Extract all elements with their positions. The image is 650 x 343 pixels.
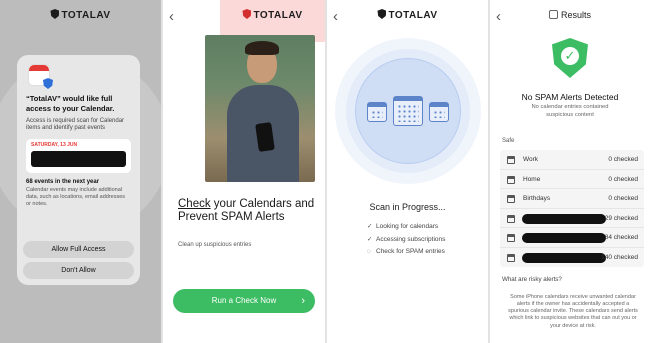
brand-name: TOTALAV [61,10,111,21]
brand-name: TOTALAV [253,10,303,21]
person-hair [245,41,279,55]
totalav-shield-icon [242,9,252,19]
intro-screen: ‹ TOTALAV Check your Calendars and Preve… [163,0,325,343]
risk-heading: What are risky alerts? [502,276,562,283]
results-subline: No calendar entries contained suspicious… [531,104,609,118]
safe-section-label: Safe [502,138,515,144]
redacted-event [31,151,126,168]
totalav-shield-icon [377,9,387,19]
scan-step: ◌ Check for SPAM entries [367,248,445,255]
calendar-icon [507,234,515,242]
calendar-icon [507,214,515,223]
calendar-row[interactable]: 84 checked [500,228,644,248]
dont-allow-button[interactable]: Don't Allow [23,262,134,279]
results-title: Results [560,10,591,20]
results-header: Results [490,10,650,20]
intro-headline: Check your Calendars and Prevent SPAM Al… [178,198,318,224]
checkmark-icon: ✓ [367,236,373,243]
calendar-icon [507,156,515,164]
checkmark-icon: ✓ [367,223,373,230]
calendar-permission-dialog: “TotalAV” would like full access to your… [17,55,140,285]
redacted-calendar-name [522,233,606,243]
calendar-icon [507,195,515,203]
scan-step: ✓ Looking for calendars [367,223,439,230]
calendar-icon [548,10,558,19]
brand-header: TOTALAV [220,9,325,21]
brand-name: TOTALAV [388,10,438,21]
calendar-row[interactable]: Birthdays 0 checked [500,189,644,209]
totalav-badge-icon [43,78,53,89]
dialog-body: Access is required scan for Calendar ite… [26,117,125,132]
checked-count: 84 checked [604,234,638,241]
events-count: 68 events in the next year [26,179,100,186]
calendar-icon [367,102,387,122]
calendar-preview-date: SATURDAY, 13 JUN [31,142,78,149]
chevron-left-icon[interactable]: ‹ [169,9,174,24]
calendar-name: Home [523,175,541,183]
calendar-app-icon [28,64,53,89]
redacted-calendar-name [522,252,606,263]
scan-screen: ‹ TOTALAV Scan in Progress... ✓ Looking f… [327,0,488,343]
checked-count: 0 checked [608,195,638,202]
spinner-icon: ◌ [367,248,371,255]
calendar-icon [393,96,423,126]
calendar-results-list: Work 0 checked Home 0 checked Birthdays 0 c… [500,150,644,267]
run-check-label: Run a Check Now [211,296,277,305]
calendar-name: Work [523,156,539,163]
redacted-calendar-name [522,213,606,224]
run-check-button[interactable]: Run a Check Now › [173,289,315,313]
permission-screen: TOTALAV “TotalAV” would like full access… [0,0,161,343]
calendar-row[interactable]: Work 0 checked [500,150,644,170]
scan-title: Scan in Progress... [369,202,446,212]
hero-photo [205,35,315,182]
results-headline: No SPAM Alerts Detected [521,92,619,102]
checked-count: 140 checked [601,253,638,261]
allow-full-access-button[interactable]: Allow Full Access [23,241,134,258]
events-note: Calendar events may include additional d… [26,187,126,208]
brand-header: TOTALAV [327,9,488,21]
calendar-icon [429,102,449,122]
risk-body: Some iPhone calendars receive unwanted c… [508,294,638,329]
checked-count: 0 checked [608,156,638,163]
calendar-icon [507,253,515,262]
calendar-row[interactable]: Home 0 checked [500,170,644,189]
headline-underlined-word: Check [178,198,211,210]
calendar-name: Birthdays [523,195,551,202]
results-screen: ‹ Results ✓ No SPAM Alerts Detected No c… [490,0,650,343]
calendar-row[interactable]: 140 checked [500,248,644,268]
checked-count: 29 checked [604,214,638,222]
calendar-preview: SATURDAY, 13 JUN [26,139,131,174]
calendar-icon [507,175,515,184]
shield-check-icon: ✓ [552,38,588,78]
brand-header: TOTALAV [0,9,161,21]
intro-subtitle: Clean up suspicious entries [178,242,252,248]
dialog-title: “TotalAV” would like full access to your… [26,94,115,113]
chevron-right-icon: › [301,295,305,307]
calendar-row[interactable]: 29 checked [500,209,644,228]
scan-step: ✓ Accessing subscriptions [367,236,446,243]
checked-count: 0 checked [608,175,638,183]
scan-steps: ✓ Looking for calendars ✓ Accessing subscr… [367,222,445,260]
totalav-shield-icon [50,9,60,19]
